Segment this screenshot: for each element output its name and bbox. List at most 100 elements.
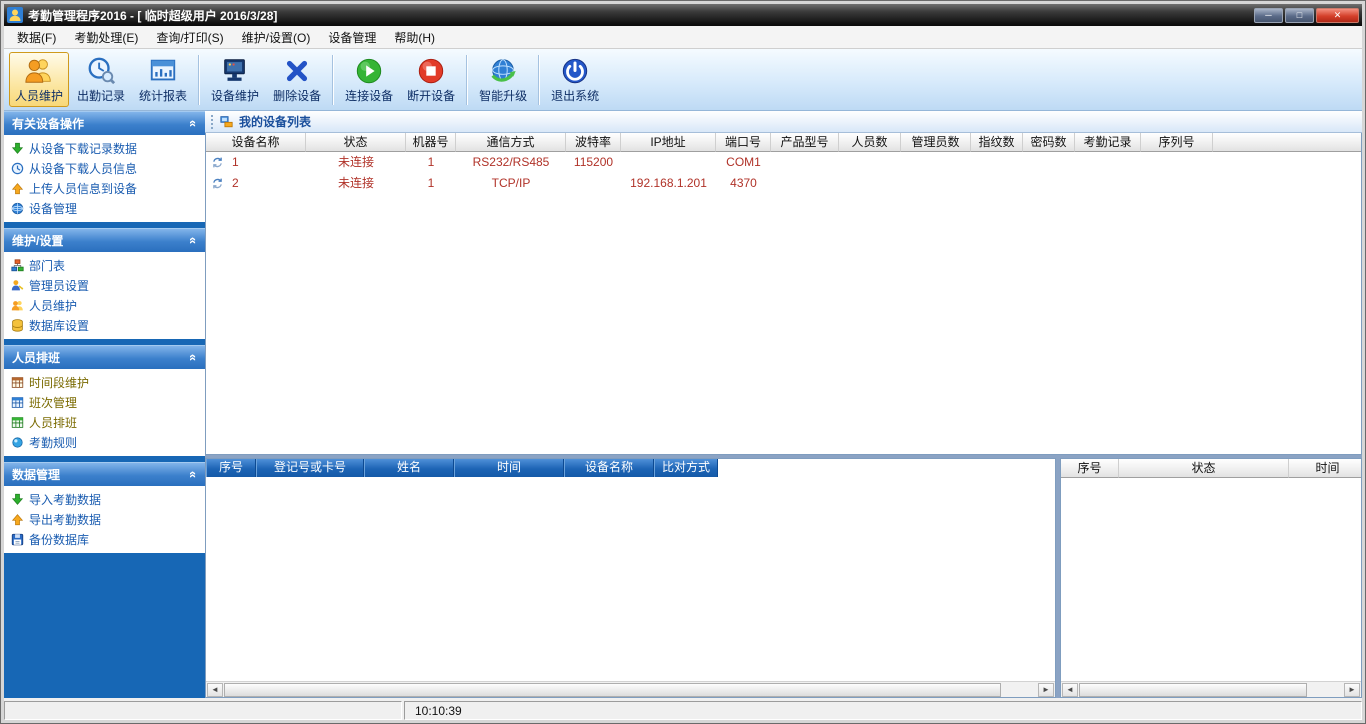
sidebar-section-body: 从设备下载记录数据从设备下载人员信息上传人员信息到设备设备管理 <box>4 135 205 222</box>
device-cell: 未连接 <box>306 173 406 194</box>
device-column-header[interactable]: 序列号 <box>1141 133 1213 152</box>
device-column-header[interactable]: 密码数 <box>1023 133 1075 152</box>
device-cell <box>771 152 839 173</box>
menu-item[interactable]: 设备管理 <box>319 26 385 49</box>
sync-icon <box>211 156 225 170</box>
sidebar: 有关设备操作从设备下载记录数据从设备下载人员信息上传人员信息到设备设备管理维护/… <box>4 111 205 698</box>
record-column-header[interactable]: 比对方式 <box>654 459 718 477</box>
collapse-chevron-icon[interactable] <box>186 471 201 478</box>
menu-item[interactable]: 数据(F) <box>8 26 65 49</box>
dept-icon <box>10 258 25 273</box>
device-column-header[interactable]: 状态 <box>306 133 406 152</box>
monitor-scroll-thumb[interactable] <box>1079 683 1307 697</box>
globe-icon <box>10 201 25 216</box>
sidebar-item-download-personnel-info[interactable]: 从设备下载人员信息 <box>10 158 203 178</box>
device-column-header[interactable]: 指纹数 <box>971 133 1023 152</box>
connect-device-button[interactable]: 连接设备 <box>339 52 399 107</box>
scroll-left-icon[interactable] <box>207 683 223 697</box>
sidebar-item-time-period-maintain[interactable]: 时间段维护 <box>10 372 203 392</box>
disconnect-device-button[interactable]: 断开设备 <box>401 52 461 107</box>
menu-item[interactable]: 查询/打印(S) <box>147 26 232 49</box>
sidebar-item-label: 管理员设置 <box>29 277 89 294</box>
sidebar-section-header[interactable]: 有关设备操作 <box>4 111 205 135</box>
record-column-header[interactable]: 时间 <box>454 459 564 477</box>
toolbar-button-label: 连接设备 <box>345 87 393 104</box>
smart-upgrade-button[interactable]: 智能升级 <box>473 52 533 107</box>
scroll-right-icon[interactable] <box>1038 683 1054 697</box>
device-column-header[interactable]: 设备名称 <box>206 133 306 152</box>
minimize-button[interactable]: ─ <box>1254 8 1283 23</box>
device-list-caption: 我的设备列表 <box>205 111 1362 133</box>
monitor-hscrollbar[interactable] <box>1061 681 1361 697</box>
collapse-chevron-icon[interactable] <box>186 237 201 244</box>
titlebar[interactable]: 考勤管理程序2016 - [ 临时超级用户 2016/3/28] ─ □ ✕ <box>4 4 1362 26</box>
record-hscrollbar[interactable] <box>206 681 1055 697</box>
sidebar-item-label: 人员排班 <box>29 414 77 431</box>
device-column-header[interactable]: IP地址 <box>621 133 716 152</box>
record-column-header[interactable]: 设备名称 <box>564 459 654 477</box>
device-cell: 未连接 <box>306 152 406 173</box>
personnel-maintain-button[interactable]: 人员维护 <box>9 52 69 107</box>
sidebar-item-device-management[interactable]: 设备管理 <box>10 198 203 218</box>
menu-item[interactable]: 考勤处理(E) <box>65 26 147 49</box>
monitor-column-header[interactable]: 时间 <box>1289 459 1362 478</box>
device-column-header[interactable]: 考勤记录 <box>1075 133 1141 152</box>
collapse-chevron-icon[interactable] <box>186 354 201 361</box>
upload-orange-icon <box>10 181 25 196</box>
sidebar-item-shift-management[interactable]: 班次管理 <box>10 392 203 412</box>
sidebar-section-header[interactable]: 人员排班 <box>4 345 205 369</box>
app-icon <box>7 7 23 23</box>
device-table-body: 1未连接1RS232/RS485115200COM12未连接1TCP/IP192… <box>206 152 1361 454</box>
sidebar-item-import-attendance-data[interactable]: 导入考勤数据 <box>10 489 203 509</box>
collapse-chevron-icon[interactable] <box>186 120 201 127</box>
monitor-scroll-track[interactable] <box>1078 683 1344 697</box>
exit-system-button[interactable]: 退出系统 <box>545 52 605 107</box>
menu-item[interactable]: 帮助(H) <box>385 26 444 49</box>
device-row[interactable]: 2未连接1TCP/IP192.168.1.2014370 <box>206 173 1361 194</box>
attendance-records-button[interactable]: 出勤记录 <box>71 52 131 107</box>
sidebar-item-department-table[interactable]: 部门表 <box>10 255 203 275</box>
scroll-right-icon[interactable] <box>1344 683 1360 697</box>
close-button[interactable]: ✕ <box>1316 8 1359 23</box>
device-cell <box>1141 173 1213 194</box>
menu-item[interactable]: 维护/设置(O) <box>233 26 320 49</box>
sidebar-item-attendance-rules[interactable]: 考勤规则 <box>10 432 203 452</box>
device-column-header[interactable]: 波特率 <box>566 133 621 152</box>
device-maintain-button[interactable]: 设备维护 <box>205 52 265 107</box>
record-scroll-track[interactable] <box>223 683 1038 697</box>
sidebar-item-backup-database[interactable]: 备份数据库 <box>10 529 203 549</box>
sidebar-item-download-record-data[interactable]: 从设备下载记录数据 <box>10 138 203 158</box>
sidebar-item-label: 数据库设置 <box>29 317 89 334</box>
device-column-header[interactable]: 产品型号 <box>771 133 839 152</box>
sidebar-item-export-attendance-data[interactable]: 导出考勤数据 <box>10 509 203 529</box>
delete-device-button[interactable]: 删除设备 <box>267 52 327 107</box>
sidebar-section-body: 导入考勤数据导出考勤数据备份数据库 <box>4 486 205 553</box>
sidebar-item-label: 人员维护 <box>29 297 77 314</box>
schedule-icon <box>10 415 25 430</box>
sidebar-item-label: 从设备下载记录数据 <box>29 140 137 157</box>
monitor-column-header[interactable]: 序号 <box>1061 459 1119 478</box>
record-scroll-thumb[interactable] <box>224 683 1001 697</box>
sidebar-section-header[interactable]: 维护/设置 <box>4 228 205 252</box>
sidebar-section: 人员排班时间段维护班次管理人员排班考勤规则 <box>4 345 205 456</box>
maximize-button[interactable]: □ <box>1285 8 1314 23</box>
monitor-column-header[interactable]: 状态 <box>1119 459 1289 478</box>
sidebar-section-header[interactable]: 数据管理 <box>4 462 205 486</box>
sidebar-item-admin-settings[interactable]: 管理员设置 <box>10 275 203 295</box>
sidebar-item-upload-personnel-info[interactable]: 上传人员信息到设备 <box>10 178 203 198</box>
scroll-left-icon[interactable] <box>1062 683 1078 697</box>
device-row[interactable]: 1未连接1RS232/RS485115200COM1 <box>206 152 1361 173</box>
record-column-header[interactable]: 序号 <box>206 459 256 477</box>
record-table-panel: 序号登记号或卡号姓名时间设备名称比对方式 <box>205 458 1056 698</box>
sidebar-item-personnel-maintain[interactable]: 人员维护 <box>10 295 203 315</box>
device-column-header[interactable]: 人员数 <box>839 133 901 152</box>
device-column-header[interactable]: 端口号 <box>716 133 771 152</box>
sidebar-item-database-settings[interactable]: 数据库设置 <box>10 315 203 335</box>
device-column-header[interactable]: 通信方式 <box>456 133 566 152</box>
statistics-report-button[interactable]: 统计报表 <box>133 52 193 107</box>
record-column-header[interactable]: 登记号或卡号 <box>256 459 364 477</box>
record-column-header[interactable]: 姓名 <box>364 459 454 477</box>
device-column-header[interactable]: 机器号 <box>406 133 456 152</box>
device-column-header[interactable]: 管理员数 <box>901 133 971 152</box>
sidebar-item-personnel-scheduling[interactable]: 人员排班 <box>10 412 203 432</box>
